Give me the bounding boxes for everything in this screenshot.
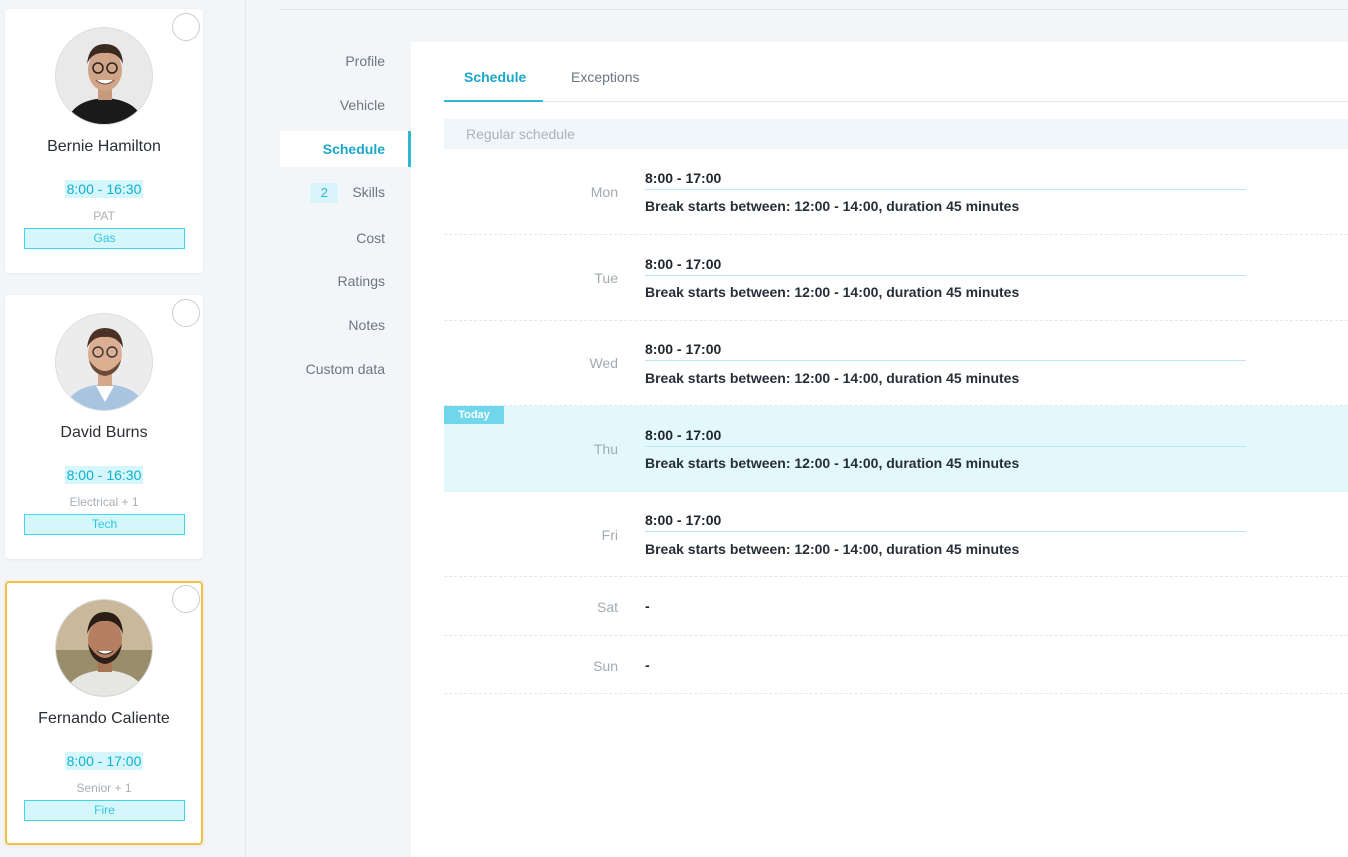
schedule-row[interactable]: Fri 8:00 - 17:00 Break starts between: 1… bbox=[444, 492, 1348, 577]
technician-skill: Electrical + 1 bbox=[69, 495, 139, 509]
avatar bbox=[55, 599, 153, 697]
technician-skill: PAT bbox=[93, 209, 115, 223]
skills-count-badge: 2 bbox=[310, 183, 339, 203]
nav-custom-data[interactable]: Custom data bbox=[306, 361, 385, 377]
select-checkbox[interactable] bbox=[172, 585, 200, 613]
schedule-panel: Schedule Exceptions Regular schedule Mon… bbox=[411, 42, 1348, 857]
nav-ratings[interactable]: Ratings bbox=[338, 273, 385, 289]
nav-skills-label: Skills bbox=[352, 184, 385, 200]
technician-name: David Burns bbox=[60, 424, 148, 441]
nav-vehicle[interactable]: Vehicle bbox=[340, 97, 385, 113]
day-label: Mon bbox=[590, 184, 618, 200]
work-hours: 8:00 - 17:00 bbox=[645, 256, 722, 272]
work-hours: 8:00 - 17:00 bbox=[645, 341, 722, 357]
day-label: Fri bbox=[601, 527, 618, 543]
section-header: Regular schedule bbox=[444, 119, 1348, 149]
day-label: Wed bbox=[589, 355, 618, 371]
working-hours: 8:00 - 16:30 bbox=[64, 180, 144, 198]
break-info: Break starts between: 12:00 - 14:00, dur… bbox=[645, 198, 1020, 214]
no-schedule: - bbox=[645, 657, 650, 673]
row-separator bbox=[645, 275, 1246, 276]
nav-notes[interactable]: Notes bbox=[348, 317, 385, 333]
day-label: Sat bbox=[596, 599, 618, 615]
day-label: Thu bbox=[593, 441, 618, 457]
technician-tag: Tech bbox=[24, 514, 185, 535]
schedule-row[interactable]: Tue 8:00 - 17:00 Break starts between: 1… bbox=[444, 235, 1348, 321]
technician-name: Fernando Caliente bbox=[38, 710, 170, 727]
row-separator bbox=[645, 531, 1246, 532]
technician-card[interactable]: Bernie Hamilton 8:00 - 16:30 PAT Gas bbox=[5, 9, 203, 273]
tab-schedule[interactable]: Schedule bbox=[464, 69, 526, 85]
row-separator bbox=[645, 189, 1246, 190]
schedule-row[interactable]: Wed 8:00 - 17:00 Break starts between: 1… bbox=[444, 321, 1348, 406]
tab-bar: Schedule Exceptions bbox=[444, 42, 1348, 102]
technician-tag: Fire bbox=[24, 800, 185, 821]
avatar bbox=[55, 313, 153, 411]
today-badge: Today bbox=[444, 406, 504, 424]
technician-card-selected[interactable]: Fernando Caliente 8:00 - 17:00 Senior + … bbox=[5, 581, 203, 845]
schedule-row[interactable]: Sat - bbox=[444, 577, 1348, 636]
technician-list: Bernie Hamilton 8:00 - 16:30 PAT Gas Dav… bbox=[0, 0, 246, 857]
day-label: Sun bbox=[593, 658, 618, 674]
select-checkbox[interactable] bbox=[172, 13, 200, 41]
nav-cost[interactable]: Cost bbox=[356, 230, 385, 246]
break-info: Break starts between: 12:00 - 14:00, dur… bbox=[645, 370, 1020, 386]
technician-card[interactable]: David Burns 8:00 - 16:30 Electrical + 1 … bbox=[5, 295, 203, 559]
work-hours: 8:00 - 17:00 bbox=[645, 427, 722, 443]
technician-skill: Senior + 1 bbox=[76, 781, 132, 795]
schedule-row-today[interactable]: Today Thu 8:00 - 17:00 Break starts betw… bbox=[444, 406, 1348, 492]
person-avatar-icon bbox=[56, 28, 152, 124]
schedule-row[interactable]: Mon 8:00 - 17:00 Break starts between: 1… bbox=[444, 149, 1348, 235]
nav-schedule[interactable]: Schedule bbox=[323, 141, 385, 157]
working-hours: 8:00 - 17:00 bbox=[64, 752, 144, 770]
nav-profile[interactable]: Profile bbox=[345, 53, 385, 69]
work-hours: 8:00 - 17:00 bbox=[645, 170, 722, 186]
break-info: Break starts between: 12:00 - 14:00, dur… bbox=[645, 284, 1020, 300]
technician-name: Bernie Hamilton bbox=[47, 138, 161, 155]
tab-exceptions[interactable]: Exceptions bbox=[571, 69, 639, 85]
no-schedule: - bbox=[645, 598, 650, 614]
row-separator bbox=[645, 446, 1246, 447]
working-hours: 8:00 - 16:30 bbox=[64, 466, 144, 484]
row-separator bbox=[645, 360, 1246, 361]
avatar bbox=[55, 27, 153, 125]
break-info: Break starts between: 12:00 - 14:00, dur… bbox=[645, 541, 1020, 557]
day-label: Tue bbox=[594, 270, 618, 286]
person-avatar-icon bbox=[56, 600, 152, 696]
schedule-row[interactable]: Sun - bbox=[444, 636, 1348, 694]
active-tab-indicator bbox=[444, 100, 543, 102]
nav-skills[interactable]: 2 Skills bbox=[310, 183, 385, 203]
technician-tag: Gas bbox=[24, 228, 185, 249]
person-avatar-icon bbox=[56, 314, 152, 410]
select-checkbox[interactable] bbox=[172, 299, 200, 327]
top-divider bbox=[280, 9, 1348, 10]
section-title: Regular schedule bbox=[466, 126, 575, 142]
work-hours: 8:00 - 17:00 bbox=[645, 512, 722, 528]
break-info: Break starts between: 12:00 - 14:00, dur… bbox=[645, 455, 1020, 471]
